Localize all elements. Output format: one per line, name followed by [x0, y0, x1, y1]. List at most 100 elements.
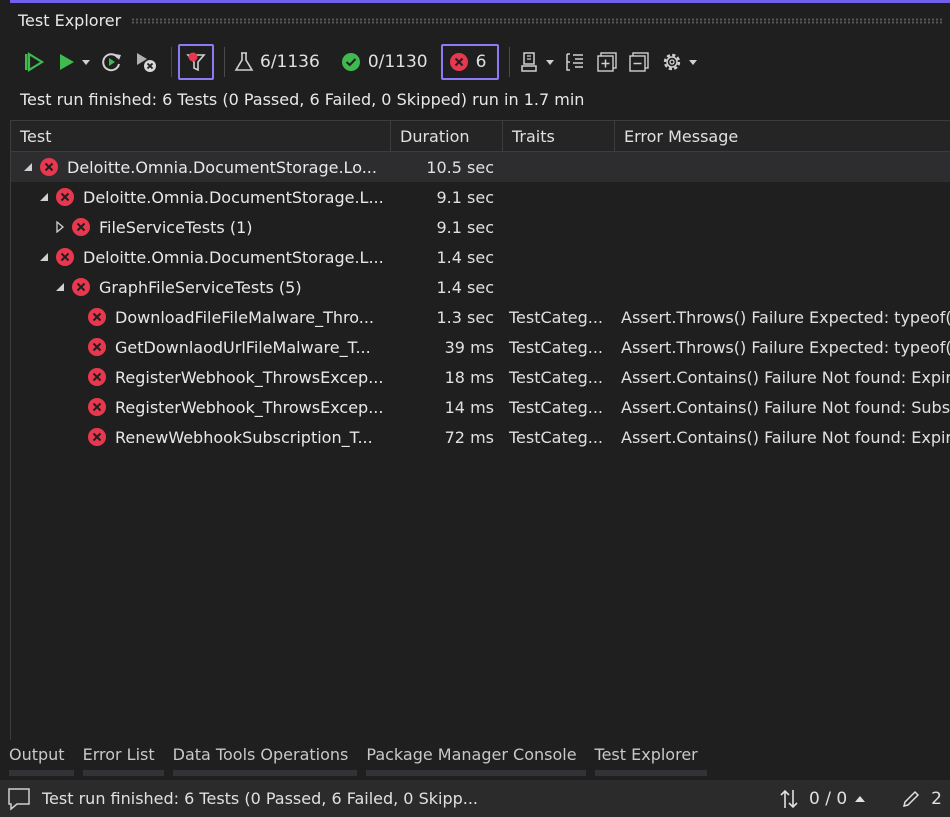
grid-rows: Deloitte.Omnia.DocumentStorage.Lo... 10.5…	[11, 152, 950, 452]
failed-test-icon	[88, 368, 106, 386]
test-results-grid: Test Duration Traits Error Message Deloi…	[10, 120, 950, 740]
failed-test-icon	[72, 218, 90, 236]
duration-cell: 9.1 sec	[436, 217, 494, 237]
failed-test-icon	[88, 308, 106, 326]
gear-icon	[664, 53, 681, 71]
tab-data-tools-operations[interactable]: Data Tools Operations	[164, 740, 358, 780]
run-all-tests-button[interactable]	[20, 45, 48, 79]
failed-test-icon	[56, 188, 74, 206]
chevron-down-icon[interactable]	[546, 59, 555, 65]
filter-failed-button[interactable]	[178, 44, 214, 80]
title-grip	[131, 17, 944, 24]
error-circle-icon	[449, 53, 468, 71]
collapse-all-button[interactable]	[625, 45, 653, 79]
duration-cell: 72 ms	[444, 427, 494, 447]
test-name: DownloadFileFileMalware_Thro...	[115, 307, 374, 327]
table-row[interactable]: Deloitte.Omnia.DocumentStorage.L... 9.1 s…	[11, 182, 950, 212]
total-tests-filter-button[interactable]: 6/1136	[231, 45, 323, 79]
traits-cell: TestCateg...	[509, 337, 604, 357]
tab-output[interactable]: Output	[0, 740, 74, 780]
cancel-run-button[interactable]	[131, 45, 161, 79]
duration-cell: 39 ms	[444, 337, 494, 357]
column-header-test[interactable]: Test	[11, 121, 391, 152]
test-name: FileServiceTests (1)	[99, 217, 253, 237]
test-name: RegisterWebhook_ThrowsExcep...	[115, 367, 384, 387]
test-name: RegisterWebhook_ThrowsExcep...	[115, 397, 384, 417]
tab-test-explorer[interactable]: Test Explorer	[586, 740, 707, 780]
column-header-error-message[interactable]: Error Message	[615, 121, 950, 152]
table-row[interactable]: RenewWebhookSubscription_T... 72 ms TestCa…	[11, 422, 950, 452]
duration-cell: 18 ms	[444, 367, 494, 387]
test-name-cell: RenewWebhookSubscription_T...	[11, 427, 391, 447]
chevron-down-icon[interactable]	[82, 59, 90, 65]
flask-icon	[234, 52, 254, 71]
test-name: RenewWebhookSubscription_T...	[115, 427, 373, 447]
window-title: Test Explorer	[18, 11, 122, 30]
table-row[interactable]: Deloitte.Omnia.DocumentStorage.L... 1.4 s…	[11, 242, 950, 272]
toolbar-separator	[224, 47, 225, 77]
tab-package-manager-console[interactable]: Package Manager Console	[357, 740, 586, 780]
toolbar-separator	[509, 47, 511, 77]
expand-all-button[interactable]	[593, 45, 621, 79]
run-tests-button[interactable]	[52, 45, 93, 79]
test-name-cell: Deloitte.Omnia.DocumentStorage.Lo...	[11, 157, 391, 177]
chevron-down-icon[interactable]	[689, 59, 698, 65]
failed-test-icon	[56, 248, 74, 266]
column-header-traits[interactable]: Traits	[503, 121, 615, 152]
failed-test-icon	[88, 398, 106, 416]
settings-button[interactable]	[657, 45, 700, 79]
repeat-last-run-button[interactable]	[97, 45, 127, 79]
status-bar-message[interactable]: Test run finished: 6 Tests (0 Passed, 6 …	[42, 789, 478, 808]
tab-error-list[interactable]: Error List	[74, 740, 164, 780]
play-cancel-icon	[137, 53, 156, 72]
table-row[interactable]: DownloadFileFileMalware_Thro... 1.3 sec Te…	[11, 302, 950, 332]
playlist-icon	[521, 52, 538, 72]
table-row[interactable]: FileServiceTests (1) 9.1 sec	[11, 212, 950, 242]
group-by-button[interactable]	[561, 45, 589, 79]
message-icon[interactable]	[6, 786, 32, 812]
table-row[interactable]: GraphFileServiceTests (5) 1.4 sec	[11, 272, 950, 302]
collapsed-arrow-icon[interactable]	[53, 220, 67, 234]
test-run-summary: Test run finished: 6 Tests (0 Passed, 6 …	[20, 90, 585, 109]
repeat-run-icon	[102, 53, 121, 72]
duration-cell: 14 ms	[444, 397, 494, 417]
chevron-up-icon	[855, 795, 866, 802]
duration-cell: 1.3 sec	[436, 307, 494, 327]
failed-test-icon	[88, 428, 106, 446]
passed-tests-filter-button[interactable]: 0/1130	[337, 45, 431, 79]
traits-cell: TestCateg...	[509, 307, 604, 327]
playlist-button[interactable]	[516, 45, 557, 79]
duration-cell: 1.4 sec	[436, 277, 494, 297]
test-name-cell: RegisterWebhook_ThrowsExcep...	[11, 397, 391, 417]
table-row[interactable]: RegisterWebhook_ThrowsExcep... 18 ms TestC…	[11, 362, 950, 392]
table-row[interactable]: GetDownlaodUrlFileMalware_T... 39 ms TestC…	[11, 332, 950, 362]
tool-window-title-bar[interactable]: Test Explorer	[10, 0, 950, 38]
expanded-arrow-icon[interactable]	[37, 190, 51, 204]
test-name: Deloitte.Omnia.DocumentStorage.Lo...	[67, 157, 377, 177]
column-header-duration[interactable]: Duration	[391, 121, 503, 152]
failed-tests-filter-button[interactable]: 6	[440, 44, 500, 80]
source-control-changes[interactable]: 0 / 0	[779, 788, 866, 810]
pencil-icon	[903, 790, 920, 807]
test-name-cell: GraphFileServiceTests (5)	[11, 277, 391, 297]
failed-test-icon	[40, 158, 58, 176]
check-circle-icon	[341, 53, 360, 71]
filter-icon	[186, 52, 206, 72]
failed-tests-count: 6	[475, 52, 487, 72]
duration-cell: 10.5 sec	[426, 157, 494, 177]
table-row[interactable]: Deloitte.Omnia.DocumentStorage.Lo... 10.5…	[11, 152, 950, 182]
expanded-arrow-icon[interactable]	[53, 280, 67, 294]
traits-cell: TestCateg...	[509, 397, 604, 417]
expanded-arrow-icon[interactable]	[37, 250, 51, 264]
expanded-arrow-icon[interactable]	[21, 160, 35, 174]
edits-count: 2	[931, 788, 942, 809]
failed-test-icon	[72, 278, 90, 296]
expand-all-icon	[597, 52, 618, 72]
table-row[interactable]: RegisterWebhook_ThrowsExcep... 14 ms TestC…	[11, 392, 950, 422]
pending-edits[interactable]: 2	[901, 789, 942, 809]
grid-header: Test Duration Traits Error Message	[11, 121, 950, 152]
test-name: GetDownlaodUrlFileMalware_T...	[115, 337, 371, 357]
passed-tests-count: 0/1130	[367, 52, 428, 72]
